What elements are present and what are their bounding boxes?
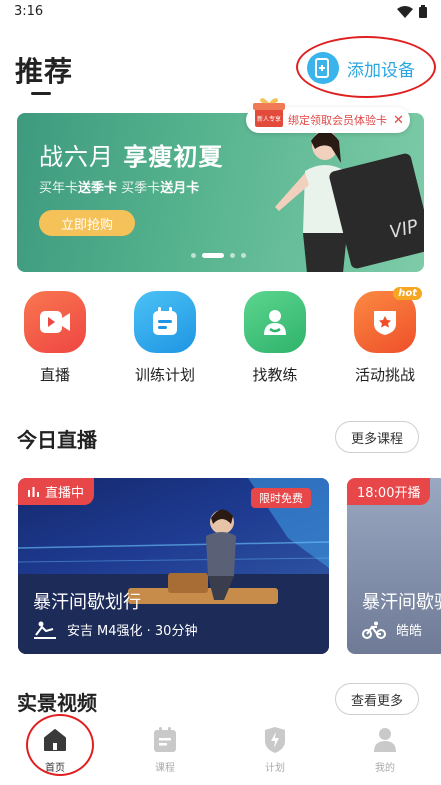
section-title-scene-video: 实景视频 [17, 691, 97, 715]
see-more-button[interactable]: 查看更多 [335, 683, 420, 715]
quick-entry-label: 直播 [39, 366, 70, 384]
add-device-button[interactable]: 添加设备 [307, 50, 415, 86]
quick-entry-live[interactable]: 直播 [15, 291, 95, 385]
banner-subtitle-part3: 买季卡 [121, 181, 161, 196]
status-time: 3:16 [14, 4, 44, 19]
page-title: 推荐 [15, 55, 74, 88]
banner-pagination [191, 253, 246, 258]
quick-entry-training-plan[interactable]: 训练计划 [125, 291, 205, 385]
battery-icon [419, 5, 427, 18]
live-video-icon [24, 291, 86, 353]
live-bars-icon [28, 486, 39, 497]
plan-icon [245, 725, 305, 755]
more-courses-button[interactable]: 更多课程 [335, 421, 420, 453]
calendar-plan-icon [134, 291, 196, 353]
quick-entry-label: 找教练 [252, 366, 298, 384]
banner-subtitle: 买年卡送季卡 买季卡送月卡 [39, 177, 199, 196]
course-name: 暴汗间歇骑 [362, 592, 441, 613]
add-device-label: 添加设备 [347, 60, 415, 81]
tab-label: 计划 [265, 763, 285, 774]
vip-card-text: VIP [387, 215, 421, 244]
tab-plan[interactable]: 计划 [245, 725, 305, 774]
course-icon [135, 725, 195, 755]
upcoming-status-badge: 18:00开播 [347, 478, 431, 505]
coach-name: 皓皓 [396, 624, 423, 639]
upcoming-live-card[interactable]: 18:00开播 暴汗间歇骑 皓皓 [347, 478, 441, 654]
banner-title: 战六月 享瘦初夏 [39, 137, 223, 172]
hot-badge: hot [393, 287, 422, 300]
banner-title-part2: 享瘦初夏 [123, 143, 224, 171]
quick-entry-challenge[interactable]: hot 活动挑战 [345, 287, 425, 385]
rowing-icon [34, 621, 56, 639]
tab-label: 我的 [375, 763, 395, 774]
home-icon [25, 725, 85, 755]
profile-icon [355, 725, 415, 755]
coach-name: 安吉 [67, 624, 94, 639]
bind-membership-card-popup[interactable]: 新人专享 绑定领取会员体验卡 ✕ [246, 98, 410, 133]
gift-label: 新人专享 [257, 115, 281, 123]
status-bar: 3:16 [0, 0, 441, 26]
pagination-dot[interactable] [191, 253, 196, 258]
tab-home[interactable]: 首页 [25, 725, 85, 774]
close-icon[interactable]: ✕ [393, 113, 404, 128]
add-device-icon [307, 52, 339, 84]
tab-profile[interactable]: 我的 [355, 725, 415, 774]
bind-card-text: 绑定领取会员体验卡 [288, 114, 387, 127]
banner-title-part1: 战六月 [39, 143, 114, 171]
quick-entry-label: 活动挑战 [354, 366, 415, 384]
banner-subtitle-part2: 送季卡 [78, 181, 118, 196]
coach-icon [244, 291, 306, 353]
course-meta: 安吉 M4强化 · 30分钟 [33, 620, 197, 639]
tab-label: 首页 [45, 763, 65, 774]
banner-subtitle-part1: 买年卡 [39, 181, 79, 196]
promo-banner[interactable]: 战六月 享瘦初夏 买年卡送季卡 买季卡送月卡 立即抢购 VIP [17, 113, 424, 272]
pagination-dot[interactable] [230, 253, 235, 258]
banner-subtitle-part4: 送月卡 [160, 181, 200, 196]
course-meta: 皓皓 [362, 620, 422, 639]
gift-box-icon: 新人专享 [253, 98, 285, 127]
free-tag: 限时免费 [251, 488, 311, 508]
wifi-icon [397, 5, 413, 18]
tab-courses[interactable]: 课程 [135, 725, 195, 774]
section-title-live: 今日直播 [17, 428, 97, 452]
trophy-icon: hot [354, 287, 422, 353]
tab-label: 课程 [155, 763, 175, 774]
course-detail: M4强化 · 30分钟 [97, 624, 198, 639]
cycling-icon [362, 621, 386, 639]
pagination-dot[interactable] [202, 253, 224, 258]
live-status-badge: 直播中 [18, 478, 95, 505]
bottom-tab-bar: 首页 课程 计划 我的 [0, 715, 441, 785]
live-status-text: 直播中 [45, 486, 85, 501]
quick-entry-label: 训练计划 [134, 366, 195, 384]
title-underline [31, 92, 51, 95]
live-card[interactable]: 直播中 限时免费 暴汗间歇划行 安吉 M4强化 · 30分钟 [18, 478, 329, 654]
course-name: 暴汗间歇划行 [33, 592, 141, 613]
quick-entry-find-coach[interactable]: 找教练 [235, 291, 315, 385]
status-icons [397, 5, 427, 18]
pagination-dot[interactable] [241, 253, 246, 258]
buy-now-button[interactable]: 立即抢购 [39, 210, 135, 236]
